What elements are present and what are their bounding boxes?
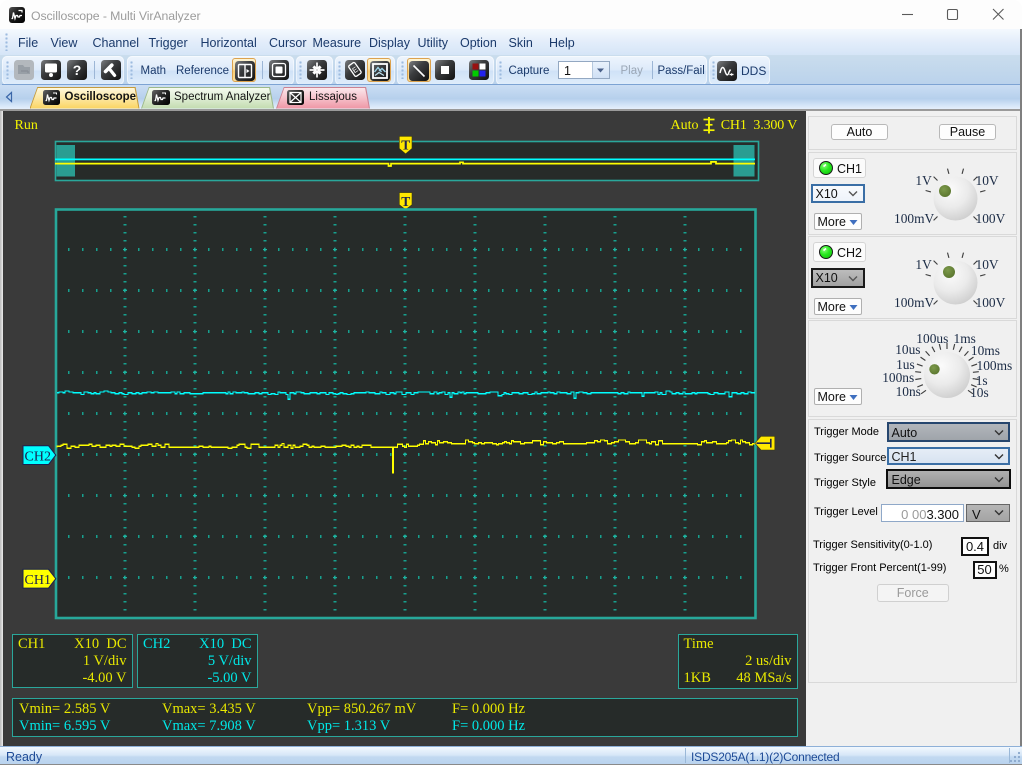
svg-text:CH1: CH1 xyxy=(25,573,51,588)
svg-text:CH2: CH2 xyxy=(25,449,51,464)
svg-text:E: E xyxy=(350,65,359,75)
svg-text:T: T xyxy=(401,194,410,209)
svg-text:?: ? xyxy=(73,62,82,78)
svg-text:T: T xyxy=(401,138,410,153)
